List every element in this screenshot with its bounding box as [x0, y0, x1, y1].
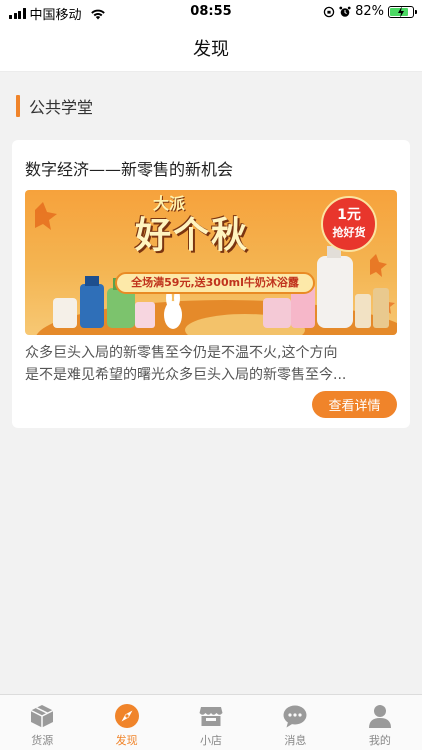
section-header: 公共学堂 [16, 94, 93, 118]
banner-badge-text: 抢好货 [332, 226, 366, 239]
tab-label: 货源 [31, 734, 54, 747]
view-details-button[interactable]: 查看详情 [312, 391, 397, 418]
banner-promo-strip: 全场满59元,送300ml牛奶沐浴露 [115, 272, 315, 294]
battery-icon [388, 5, 417, 18]
article-title[interactable]: 数字经济——新零售的新机会 [25, 156, 233, 180]
tab-label: 小店 [200, 734, 223, 747]
banner-price-badge: 1元 抢好货 [321, 196, 377, 252]
box-icon [30, 705, 54, 728]
status-right: 82% [323, 4, 417, 19]
banner-headline: 好个秋 [135, 214, 250, 256]
banner-badge-price: 1元 [337, 207, 361, 223]
user-icon [368, 705, 391, 728]
tab-faxian[interactable]: 发现 [84, 695, 168, 750]
section-title: 公共学堂 [29, 98, 94, 117]
orientation-lock-icon [323, 6, 335, 17]
article-desc-line: 众多巨头入局的新零售至今仍是不温不火,这个方向 [25, 345, 338, 361]
tab-wode[interactable]: 我的 [338, 695, 422, 750]
tab-label: 我的 [368, 734, 391, 747]
tab-xiaodian[interactable]: 小店 [169, 695, 253, 750]
tab-xiaoxi[interactable]: 消息 [253, 695, 337, 750]
tab-bar: 货源 发现 小店 消息 我的 [0, 694, 422, 750]
section-accent-bar [16, 95, 20, 117]
shop-icon [199, 707, 223, 726]
tab-label: 消息 [284, 734, 307, 747]
nav-bar: 发现 [0, 24, 422, 72]
article-banner-image[interactable]: 大派 好个秋 1元 抢好货 全场满59元,送300ml牛奶沐浴露 [25, 190, 397, 335]
chat-icon [283, 705, 307, 728]
tab-label: 发现 [115, 734, 138, 747]
article-desc-line: 是不是难见希望的曙光众多巨头入局的新零售至今... [25, 367, 347, 383]
compass-icon [114, 704, 139, 728]
article-description: 众多巨头入局的新零售至今仍是不温不火,这个方向 是不是难见希望的曙光众多巨头入局… [25, 342, 397, 386]
battery-percent: 82% [355, 4, 384, 19]
status-bar: 中国移动 08:55 82% [0, 0, 422, 24]
article-card[interactable]: 数字经济——新零售的新机会 大派 好个秋 1元 抢好货 全场满59元,送300m… [12, 140, 410, 428]
tab-huoyuan[interactable]: 货源 [0, 695, 84, 750]
page-title: 发现 [193, 38, 229, 60]
alarm-icon [339, 6, 351, 17]
